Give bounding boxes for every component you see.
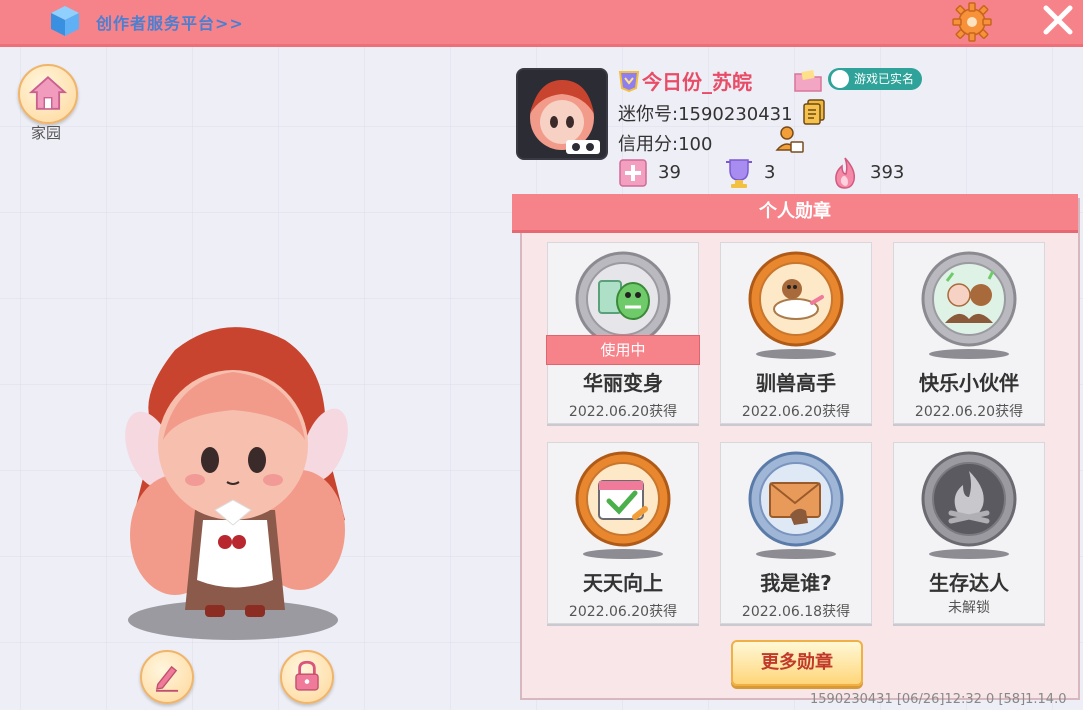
medal-date: 2022.06.20获得 <box>914 404 1024 420</box>
person-icon <box>831 70 849 88</box>
medal-date: 2022.06.18获得 <box>741 604 851 620</box>
folder-icon[interactable] <box>794 70 822 92</box>
stat-like-value: 39 <box>658 162 681 183</box>
medal-shadow <box>929 549 1009 559</box>
medal-shadow <box>583 549 663 559</box>
trophy-icon <box>726 159 752 188</box>
medal-card[interactable]: 生存达人 未解锁 <box>893 442 1045 624</box>
top-bar: 创作者服务平台>> <box>0 0 1083 47</box>
medal-card[interactable]: 天天向上 2022.06.20获得 <box>547 442 699 624</box>
real-name-verified-badge: 游戏已实名 <box>828 68 923 90</box>
friends-medal-icon <box>921 251 1017 347</box>
medal-card[interactable]: 驯兽高手 2022.06.20获得 <box>720 242 872 424</box>
more-medals-button[interactable]: 更多勋章 <box>731 640 863 686</box>
medal-shadow <box>756 349 836 359</box>
stat-trophy-value: 3 <box>764 162 776 183</box>
lock-icon <box>295 660 319 691</box>
medal-name: 华丽变身 <box>583 371 663 395</box>
pencil-icon <box>155 665 179 692</box>
medal-name: 快乐小伙伴 <box>919 371 1019 395</box>
lock-button[interactable] <box>280 650 334 704</box>
credit-score: 信用分:100 <box>618 134 713 155</box>
gear-icon[interactable] <box>950 0 994 44</box>
home-label: 家园 <box>30 124 61 142</box>
vip-icon <box>618 71 640 92</box>
medal-name: 我是谁? <box>760 571 832 595</box>
animal-tamer-medal-icon <box>748 251 844 347</box>
profile-avatar[interactable] <box>516 68 608 160</box>
medal-shadow <box>756 549 836 559</box>
copy-icon[interactable] <box>802 98 826 126</box>
character-avatar[interactable] <box>115 320 385 650</box>
medal-date: 2022.06.20获得 <box>568 604 678 620</box>
medal-card[interactable]: 使用中 华丽变身 2022.06.20获得 <box>546 242 700 424</box>
medal-status: 未解锁 <box>948 600 990 616</box>
edit-button[interactable] <box>140 650 194 704</box>
medal-card[interactable]: 我是谁? 2022.06.18获得 <box>720 442 872 624</box>
flame-icon <box>835 157 856 189</box>
home-button[interactable] <box>18 64 78 124</box>
in-use-tag: 使用中 <box>546 335 700 365</box>
footer-info: 1590230431 [06/26]12:32 0 [58]1.14.0 <box>810 692 1067 707</box>
medal-name: 生存达人 <box>929 571 1009 595</box>
cube-icon <box>51 6 79 36</box>
player-name: 今日份_苏皖 <box>642 70 752 94</box>
stat-popularity-value: 393 <box>870 162 905 183</box>
calendar-medal-icon <box>575 451 671 547</box>
plus-star-icon <box>619 159 647 187</box>
medal-name: 天天向上 <box>583 571 663 595</box>
medal-shadow <box>929 349 1009 359</box>
person-card-icon[interactable] <box>774 124 804 154</box>
medal-card[interactable]: 快乐小伙伴 2022.06.20获得 <box>893 242 1045 424</box>
envelope-medal-icon <box>748 451 844 547</box>
medal-date: 2022.06.20获得 <box>568 404 678 420</box>
medal-date: 2022.06.20获得 <box>741 404 851 420</box>
medal-name: 驯兽高手 <box>756 371 836 395</box>
campfire-medal-icon <box>921 451 1017 547</box>
creator-platform-link[interactable]: 创作者服务平台>> <box>96 10 244 34</box>
medal-panel-title: 个人勋章 <box>512 194 1078 233</box>
mini-id: 迷你号:1590230431 <box>618 104 793 125</box>
dinosaur-medal-icon <box>575 251 671 347</box>
house-icon <box>28 76 68 110</box>
close-icon[interactable] <box>1038 0 1078 40</box>
